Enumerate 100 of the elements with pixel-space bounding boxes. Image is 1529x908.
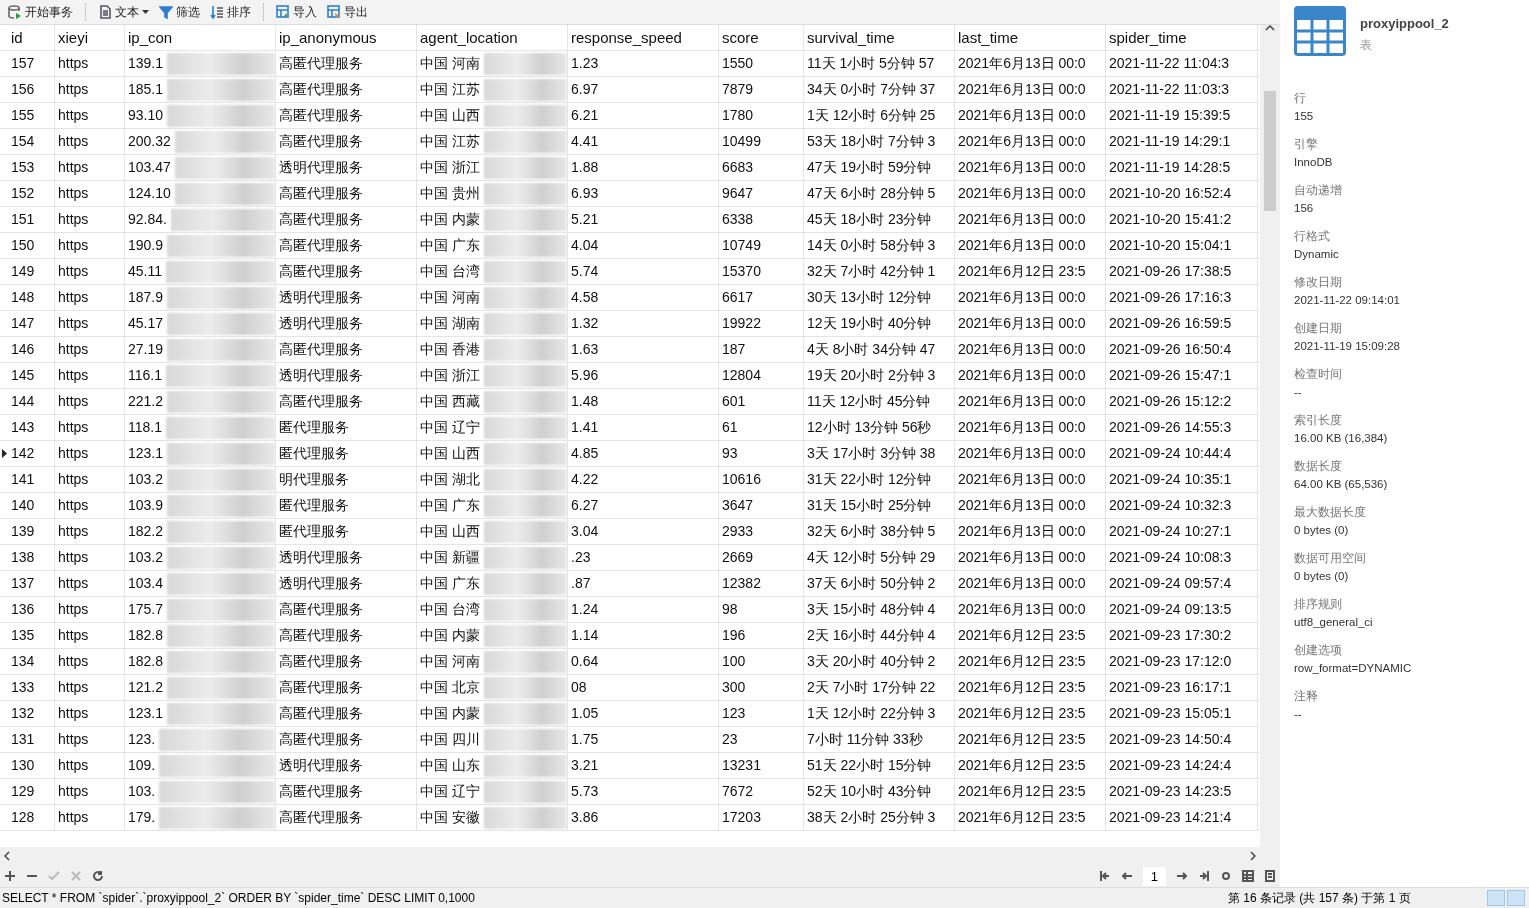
table-row[interactable]: 130 https 109. 透明代理服务 中国 山东 3.21 13231 51天 22小时 15分钟 2021年6月12日 23:5 2021-09-23 14:24:4: [0, 753, 1260, 779]
table-cell-text: 2021-09-26 17:38:5: [1109, 262, 1232, 281]
previous-page-icon[interactable]: [1120, 870, 1133, 882]
table-row[interactable]: 142 https 123.1 匿代理服务 中国 山西 4.85 93 3天 17小时 3分钟 38 2021年6月13日 00:0 2021-09-24 10:44:4: [0, 441, 1260, 467]
toolbar-button[interactable]: 开始事务: [4, 1, 77, 23]
table-row[interactable]: 136 https 175.7 高匿代理服务 中国 台湾 1.24 98 3天 15小时 48分钟 4 2021年6月13日 00:0 2021-09-24 09:13:5: [0, 597, 1260, 623]
scroll-right-icon[interactable]: [1250, 851, 1256, 861]
toolbar-button[interactable]: 导入: [272, 1, 321, 23]
table-cell-text: 11天 1小时 5分钟 57: [807, 54, 935, 73]
table-cell-text: 190.9: [128, 236, 164, 255]
table-cell-text: 高匿代理服务: [279, 652, 363, 671]
column-header[interactable]: survival_time: [804, 25, 955, 50]
table-cell-text: 2021-09-26 17:16:3: [1109, 288, 1232, 307]
table-cell-text: 1.05: [571, 704, 599, 723]
toolbar-button[interactable]: 排序: [206, 1, 255, 23]
settings-icon[interactable]: [1220, 870, 1232, 882]
table-cell-text: 2021-11-19 14:28:5: [1109, 158, 1231, 177]
table-row[interactable]: 152 https 124.10 高匿代理服务 中国 贵州 6.93 9647 47天 6小时 28分钟 5 2021年6月13日 00:0 2021-10-20 16:52:4: [0, 181, 1260, 207]
table-cell-text: 2021-09-26 14:55:3: [1109, 418, 1232, 437]
next-page-icon[interactable]: [1176, 870, 1188, 882]
table-cell-text: 2021年6月12日 23:5: [958, 626, 1086, 645]
column-header[interactable]: id: [8, 25, 55, 50]
table-row[interactable]: 134 https 182.8 高匿代理服务 中国 河南 0.64 100 3天 20小时 40分钟 2 2021年6月12日 23:5 2021-09-23 17:12:0: [0, 649, 1260, 675]
table-cell-text: 4天 12小时 5分钟 29: [807, 548, 936, 567]
sql-query: SELECT * FROM `spider`.`proxyippool_2` ORDER BY `spider_time` DESC LIMIT 0,1000: [2, 891, 475, 905]
table-row[interactable]: 153 https 103.47 透明代理服务 中国 浙江 1.88 6683 47天 19小时 59分钟 2021年6月13日 00:0 2021-11-19 14:28:5: [0, 155, 1260, 181]
table-cell-text: 高匿代理服务: [279, 106, 363, 125]
toolbar-button[interactable]: 文本: [94, 1, 153, 23]
table-row[interactable]: 137 https 103.4 透明代理服务 中国 广东 .87 12382 37天 6小时 50分钟 2 2021年6月13日 00:0 2021-09-24 09:57:4: [0, 571, 1260, 597]
column-header[interactable]: spider_time: [1106, 25, 1258, 50]
table-cell-text: 1.41: [571, 418, 599, 437]
page-number[interactable]: 1: [1142, 866, 1166, 886]
column-header[interactable]: ip_con: [125, 25, 276, 50]
sort-icon: [210, 5, 224, 19]
table-cell-text: 31天 15小时 25分钟: [807, 496, 932, 515]
table-row[interactable]: 149 https 45.11 高匿代理服务 中国 台湾 5.74 15370 32天 7小时 42分钟 1 2021年6月12日 23:5 2021-09-26 17:38:5: [0, 259, 1260, 285]
table-row[interactable]: 141 https 103.2 明代理服务 中国 湖北 4.22 10616 31天 22小时 12分钟 2021年6月13日 00:0 2021-09-24 10:35:1: [0, 467, 1260, 493]
form-view-icon[interactable]: [1264, 870, 1276, 882]
add-icon[interactable]: [4, 870, 16, 882]
table-row[interactable]: 156 https 185.1 高匿代理服务 中国 江苏 6.97 7879 34天 0小时 7分钟 37 2021年6月13日 00:0 2021-11-22 11:03:3: [0, 77, 1260, 103]
table-cell-text: 2021-09-23 14:21:4: [1109, 808, 1232, 827]
column-header[interactable]: score: [719, 25, 804, 50]
check-icon[interactable]: [48, 870, 60, 882]
table-row[interactable]: 154 https 200.32 高匿代理服务 中国 江苏 4.41 10499 53天 18小时 7分钟 3 2021年6月13日 00:0 2021-11-19 14:29:1: [0, 129, 1260, 155]
table-row[interactable]: 157 https 139.1 高匿代理服务 中国 河南 1.23 1550 11天 1小时 5分钟 57 2021年6月13日 00:0 2021-11-22 11:04:3: [0, 51, 1260, 77]
last-page-icon[interactable]: [1198, 870, 1210, 882]
table-row[interactable]: 139 https 182.2 匿代理服务 中国 山西 3.04 2933 32天 6小时 38分钟 5 2021年6月13日 00:0 2021-09-24 10:27:1: [0, 519, 1260, 545]
table-row[interactable]: 135 https 182.8 高匿代理服务 中国 内蒙 1.14 196 2天 16小时 44分钟 4 2021年6月12日 23:5 2021-09-23 17:30:2: [0, 623, 1260, 649]
table-cell-text: 2021年6月13日 00:0: [958, 548, 1086, 567]
table-row[interactable]: 143 https 118.1 匿代理服务 中国 辽宁 1.41 61 12小时 13分钟 56秒 2021年6月13日 00:0 2021-09-26 14:55:3: [0, 415, 1260, 441]
table-cell-text: 2021年6月12日 23:5: [958, 678, 1086, 697]
table-row[interactable]: 131 https 123. 高匿代理服务 中国 四川 1.75 23 7小时 11分钟 33秒 2021年6月12日 23:5 2021-09-23 14:50:4: [0, 727, 1260, 753]
table-row[interactable]: 146 https 27.19 高匿代理服务 中国 香港 1.63 187 4天 8小时 34分钟 47 2021年6月13日 00:0 2021-09-26 16:50:4: [0, 337, 1260, 363]
property-label: 排序规则: [1294, 596, 1343, 613]
table-row[interactable]: 133 https 121.2 高匿代理服务 中国 北京 08 300 2天 7小时 17分钟 22 2021年6月12日 23:5 2021-09-23 16:17:1: [0, 675, 1260, 701]
property-value: 64.00 KB (65,536): [1294, 478, 1389, 490]
table-cell-text: 11天 12小时 45分钟: [807, 392, 931, 411]
table-row[interactable]: 129 https 103. 高匿代理服务 中国 辽宁 5.73 7672 52天 10小时 43分钟 2021年6月12日 23:5 2021-09-23 14:23:5: [0, 779, 1260, 805]
table-cell-text: 6338: [722, 210, 754, 229]
table-cell-text: https: [58, 158, 89, 177]
table-row[interactable]: 132 https 123.1 高匿代理服务 中国 内蒙 1.05 123 1天 12小时 22分钟 3 2021年6月12日 23:5 2021-09-23 15:05:1: [0, 701, 1260, 727]
column-header[interactable]: last_time: [955, 25, 1106, 50]
table-cell-text: 中国 新疆: [420, 548, 480, 567]
grid-view-icon[interactable]: [1242, 870, 1254, 882]
table-cell-text: 12天 19小时 40分钟: [807, 314, 932, 333]
table-row[interactable]: 128 https 179. 高匿代理服务 中国 安徽 3.86 17203 38天 2小时 25分钟 3 2021年6月12日 23:5 2021-09-23 14:21:4: [0, 805, 1260, 831]
table-row[interactable]: 138 https 103.2 透明代理服务 中国 新疆 .23 2669 4天 12小时 5分钟 29 2021年6月13日 00:0 2021-09-24 10:08:3: [0, 545, 1260, 571]
table-row[interactable]: 140 https 103.9 匿代理服务 中国 广东 6.27 3647 31天 15小时 25分钟 2021年6月13日 00:0 2021-09-24 10:32:3: [0, 493, 1260, 519]
refresh-icon[interactable]: [92, 870, 104, 882]
table-row[interactable]: 144 https 221.2 高匿代理服务 中国 西藏 1.48 601 11天 12小时 45分钟 2021年6月13日 00:0 2021-09-26 15:12:2: [0, 389, 1260, 415]
column-header[interactable]: agent_location: [417, 25, 568, 50]
table-row[interactable]: 147 https 45.17 透明代理服务 中国 湖南 1.32 19922 12天 19小时 40分钟 2021年6月13日 00:0 2021-09-26 16:59:5: [0, 311, 1260, 337]
table-row[interactable]: 145 https 116.1 透明代理服务 中国 浙江 5.96 12804 19天 20小时 2分钟 3 2021年6月13日 00:0 2021-09-26 15:47:1: [0, 363, 1260, 389]
property-value: --: [1294, 708, 1303, 720]
table-row[interactable]: 155 https 93.10 高匿代理服务 中国 山西 6.21 1780 1天 12小时 6分钟 25 2021年6月13日 00:0 2021-11-19 15:39:5: [0, 103, 1260, 129]
scrollbar-thumb[interactable]: [1264, 91, 1276, 211]
property-label: 行: [1294, 90, 1307, 107]
table-row[interactable]: 151 https 92.84. 高匿代理服务 中国 内蒙 5.21 6338 45天 18小时 23分钟 2021年6月13日 00:0 2021-10-20 15:41:2: [0, 207, 1260, 233]
table-row[interactable]: 150 https 190.9 高匿代理服务 中国 广东 4.04 10749 14天 0小时 58分钟 3 2021年6月13日 00:0 2021-10-20 15:04:1: [0, 233, 1260, 259]
table-cell-text: 2021年6月13日 00:0: [958, 418, 1086, 437]
scroll-left-icon[interactable]: [4, 851, 10, 861]
table-cell-text: 2021-10-20 15:04:1: [1109, 236, 1232, 255]
table-cell-text: 中国 浙江: [420, 366, 480, 385]
column-header[interactable]: response_speed: [568, 25, 719, 50]
table-cell-text: 1天 12小时 6分钟 25: [807, 106, 936, 125]
property-value: InnoDB: [1294, 156, 1334, 168]
table-cell-text: 145: [11, 366, 35, 385]
table-cell-text: https: [58, 574, 89, 593]
table-cell-text: https: [58, 132, 89, 151]
table-cell-text: 明代理服务: [279, 470, 349, 489]
table-cell-text: 中国 四川: [420, 730, 480, 749]
first-page-icon[interactable]: [1098, 870, 1111, 882]
table-cell-text: https: [58, 418, 89, 437]
column-header[interactable]: ip_anonymous: [276, 25, 417, 50]
toolbar-button[interactable]: 筛选: [155, 1, 204, 23]
toolbar-button[interactable]: 导出: [323, 1, 372, 23]
column-header[interactable]: xieyi: [55, 25, 125, 50]
table-row[interactable]: 148 https 187.9 透明代理服务 中国 河南 4.58 6617 30天 13小时 12分钟 2021年6月13日 00:0 2021-09-26 17:16:3: [0, 285, 1260, 311]
scroll-up-icon[interactable]: [1265, 25, 1275, 31]
table-cell-text: 221.2: [128, 392, 164, 411]
